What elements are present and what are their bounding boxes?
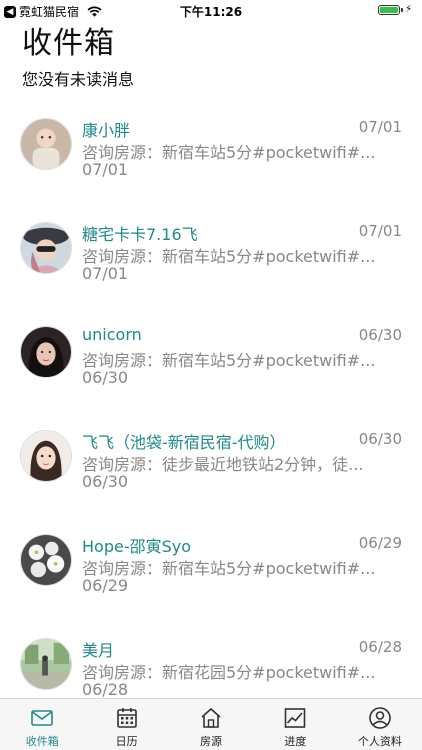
avatar-flowers-photo [20,534,72,586]
avatar-outdoor-photo [20,638,72,690]
conversation-name: 飞飞（池袋-新宿民宿-代购） [82,433,286,452]
tab-house[interactable]: 房源 [169,699,253,750]
conversation-item[interactable]: 飞飞（池袋-新宿民宿-代购） 06/30 咨询房源：徒步最近地铁站2分钟，徒... 0… [0,420,422,524]
chart-icon [285,708,306,728]
status-bar: ◀ 霓虹猫民宿 下午11:26 ⚡ [0,0,422,20]
tab-label: 个人资料 [357,735,402,748]
tab-label: 收件箱 [25,735,59,748]
conversation-date: 06/28 [358,638,402,656]
conversation-item[interactable]: Hope-邵寅Syo 06/29 咨询房源：新宿车站5分#pocketwifi#..… [0,524,422,628]
avatar-woman-dark-photo [20,326,72,378]
tab-label: 日历 [115,735,138,748]
conversation-name: unicorn [82,325,142,344]
inbox-icon [31,710,54,726]
conversation-date: 06/30 [358,430,402,448]
conversation-name: 美月 [82,641,115,660]
conversation-date: 06/30 [358,326,402,344]
unread-status: 您没有未读消息 [22,70,135,89]
conversation-date: 07/01 [358,222,402,240]
conversation-sub-date: 06/30 [82,368,129,387]
conversation-sub-date: 07/01 [82,160,129,179]
conversation-sub-date: 06/29 [82,576,129,595]
conversation-item[interactable]: 康小胖 07/01 咨询房源：新宿车站5分#pocketwifi#... 07/01 [0,108,422,212]
battery-indicator: ⚡ [377,4,412,15]
battery-level [379,6,398,13]
conversation-sub-date: 06/28 [82,680,129,699]
conversation-name: 康小胖 [82,121,131,140]
conversation-list: 康小胖 07/01 咨询房源：新宿车站5分#pocketwifi#... 07/01 糖… [0,108,422,732]
house-icon [201,707,221,728]
tab-chart[interactable]: 进度 [253,699,337,750]
tab-inbox[interactable]: 收件箱 [0,699,84,750]
tab-bar: 收件箱 日历 房源 进度 个人资料 [0,698,422,750]
conversation-date: 07/01 [358,118,402,136]
conversation-name: Hope-邵寅Syo [82,537,192,556]
tab-calendar[interactable]: 日历 [84,699,168,750]
tab-label: 房源 [200,735,223,748]
conversation-sub-date: 07/01 [82,264,129,283]
conversation-sub-date: 06/30 [82,472,129,491]
avatar-woman-photo [20,430,72,482]
conversation-date: 06/29 [358,534,402,552]
conversation-item[interactable]: 糖宅卡卡7.16飞 07/01 咨询房源：新宿车站5分#pocketwifi#...… [0,212,422,316]
avatar-woman-hat-photo [20,222,72,274]
avatar-baby-photo [20,118,72,170]
conversation-item[interactable]: unicorn 06/30 咨询房源：新宿车站5分#pocketwifi#... 06… [0,316,422,420]
conversation-name: 糖宅卡卡7.16飞 [82,225,198,244]
tab-user[interactable]: 个人资料 [338,699,422,750]
charging-icon: ⚡ [404,4,412,15]
page-title: 收件箱 [22,26,115,61]
tab-label: 进度 [284,735,307,748]
calendar-icon [116,708,137,728]
user-icon [369,707,391,729]
